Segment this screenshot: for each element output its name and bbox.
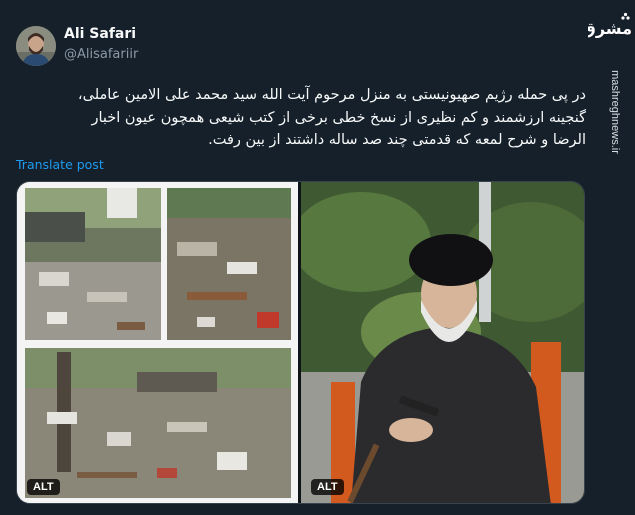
rubble-collage-image[interactable]: ALT — [17, 182, 298, 503]
cleric-portrait-image[interactable]: ALT — [301, 182, 584, 503]
post-line: گنجینه ارزشمند و کم نظیری از نسخ خطی برخ… — [91, 109, 586, 126]
author-handle[interactable]: @Alisafariir — [64, 47, 138, 62]
media-grid: ALT ALT — [16, 181, 585, 504]
avatar[interactable] — [16, 26, 56, 66]
post-line: الرضا و شرح لمعه که قدمتی چند صد ساله دا… — [208, 132, 586, 148]
svg-text:مشرق: مشرق — [588, 19, 632, 38]
mashregh-logo: مشرق — [582, 12, 635, 46]
post-line: در پی حمله رژیم صهیونیستی به منزل مرحوم … — [77, 87, 586, 103]
tweet-card: Ali Safari @Alisafariir در پی حمله رژیم … — [0, 0, 600, 515]
post-text: در پی حمله رژیم صهیونیستی به منزل مرحوم … — [14, 84, 586, 152]
alt-badge-left[interactable]: ALT — [27, 479, 60, 495]
alt-badge-right[interactable]: ALT — [311, 479, 344, 495]
translate-post-link[interactable]: Translate post — [16, 157, 104, 172]
watermark-url: mashreghnews.ir — [605, 42, 625, 182]
author-name[interactable]: Ali Safari — [64, 26, 136, 42]
watermark-url-text: mashreghnews.ir — [609, 70, 621, 154]
